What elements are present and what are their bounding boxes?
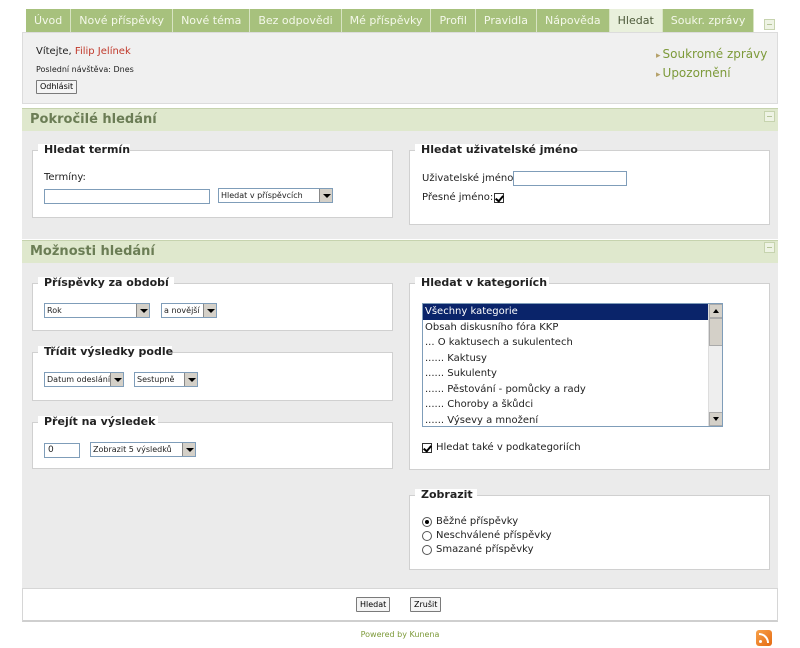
categories-legend: Hledat v kategoriích	[421, 276, 548, 289]
private-messages-link[interactable]: Soukromé zprávy	[656, 46, 768, 65]
collapse-options-icon[interactable]	[764, 242, 775, 253]
search-scope-select[interactable]: Hledat v příspěvcích	[218, 188, 333, 203]
tab-profile[interactable]: Profil	[431, 9, 476, 32]
tab-search[interactable]: Hledat	[609, 9, 663, 32]
jump-fieldset	[32, 422, 393, 469]
greeting-text: Vítejte,	[36, 46, 72, 57]
search-username-fieldset	[409, 150, 770, 225]
tab-no-reply[interactable]: Bez odpovědi	[250, 9, 342, 32]
category-option[interactable]: Obsah diskusního fóra KKP	[423, 320, 722, 336]
period-direction-value: a novější	[164, 306, 200, 315]
search-scope-value: Hledat v příspěvcích	[221, 191, 303, 200]
tab-rules[interactable]: Pravidla	[475, 9, 537, 32]
advanced-search-header: Pokročilé hledání	[22, 108, 778, 131]
terms-input[interactable]	[44, 189, 210, 204]
rss-icon[interactable]	[756, 630, 772, 646]
tab-new-topic[interactable]: Nové téma	[173, 9, 251, 32]
last-visit: Poslední návštěva: Dnes	[36, 65, 134, 74]
categories-listbox[interactable]: Všechny kategorie Obsah diskusního fóra …	[422, 303, 723, 427]
show-deleted-radio[interactable]	[422, 545, 432, 555]
results-limit-value: Zobrazit 5 výsledků	[93, 445, 172, 454]
period-select[interactable]: Rok	[44, 303, 150, 318]
sort-legend: Třídit výsledky podle	[44, 345, 174, 358]
show-normal-label: Běžné příspěvky	[436, 516, 519, 527]
search-username-legend: Hledat uživatelské jméno	[421, 143, 578, 156]
dropdown-arrow-icon	[182, 443, 195, 456]
sort-order-select[interactable]: Sestupně	[134, 372, 198, 387]
terms-label: Termíny:	[44, 172, 86, 183]
tab-my-posts[interactable]: Mé příspěvky	[341, 9, 432, 32]
username-label: Uživatelské jméno:	[422, 173, 517, 184]
collapse-toggle-icon[interactable]	[764, 19, 775, 30]
show-unapproved-radio[interactable]	[422, 531, 432, 541]
show-unapproved-label: Neschválené příspěvky	[436, 530, 552, 541]
category-option[interactable]: Všechny kategorie	[423, 304, 722, 320]
category-option[interactable]: ...... Kaktusy	[423, 351, 722, 367]
jump-legend: Přejít na výsledek	[44, 415, 156, 428]
search-button[interactable]: Hledat	[356, 597, 391, 612]
exact-name-label: Přesné jméno:	[422, 192, 494, 203]
main-menu-tabs: Úvod Nové příspěvky Nové téma Bez odpově…	[26, 9, 755, 32]
username-input[interactable]	[513, 171, 627, 186]
show-normal-radio[interactable]	[422, 517, 432, 527]
dropdown-arrow-icon	[319, 189, 332, 202]
cancel-button[interactable]: Zrušit	[410, 597, 442, 612]
collapse-advanced-icon[interactable]	[764, 111, 775, 122]
subcategories-checkbox[interactable]	[422, 443, 432, 453]
dropdown-arrow-icon	[110, 373, 123, 386]
category-option[interactable]: ...... Choroby a škůdci	[423, 397, 722, 413]
period-direction-select[interactable]: a novější	[161, 303, 217, 318]
tab-home[interactable]: Úvod	[26, 9, 72, 32]
powered-by[interactable]: Powered by Kunena	[0, 630, 800, 639]
show-deleted-label: Smazané příspěvky	[436, 544, 534, 555]
form-actions-bar	[22, 588, 778, 622]
show-legend: Zobrazit	[421, 488, 473, 501]
jump-start-input[interactable]: 0	[44, 443, 80, 458]
sort-order-value: Sestupně	[137, 375, 175, 384]
categories-scrollbar[interactable]	[708, 304, 722, 426]
scroll-down-icon[interactable]	[709, 412, 722, 426]
tab-private-messages[interactable]: Soukr. zprávy	[662, 9, 755, 32]
sort-field-value: Datum odeslání	[47, 375, 111, 384]
scroll-up-icon[interactable]	[709, 304, 722, 318]
logout-button[interactable]: Odhlásit	[36, 80, 78, 94]
tab-new-posts[interactable]: Nové příspěvky	[71, 9, 174, 32]
notifications-link[interactable]: Upozornění	[656, 65, 767, 84]
period-value: Rok	[47, 306, 62, 315]
sort-field-select[interactable]: Datum odeslání	[44, 372, 124, 387]
welcome-greeting: Vítejte, Filip Jelínek	[36, 46, 131, 57]
search-options-header: Možnosti hledání	[22, 240, 778, 263]
user-links: Soukromé zprávy Upozornění	[656, 46, 768, 84]
advanced-search-title: Pokročilé hledání	[30, 112, 157, 127]
category-option[interactable]: ...... Výsevy a množení	[423, 413, 722, 427]
dropdown-arrow-icon	[136, 304, 149, 317]
period-legend: Příspěvky za období	[44, 276, 169, 289]
dropdown-arrow-icon	[184, 373, 197, 386]
tab-help[interactable]: Nápověda	[536, 9, 610, 32]
search-options-title: Možnosti hledání	[30, 244, 155, 259]
category-option[interactable]: ...... Pěstování - pomůcky a rady	[423, 382, 722, 398]
category-option[interactable]: ...... Sukulenty	[423, 366, 722, 382]
category-option[interactable]: ... O kaktusech a sukulentech	[423, 335, 722, 351]
exact-name-checkbox[interactable]	[494, 193, 504, 203]
results-limit-select[interactable]: Zobrazit 5 výsledků	[90, 442, 196, 457]
dropdown-arrow-icon	[203, 304, 216, 317]
subcategories-label: Hledat také v podkategoriích	[436, 442, 581, 453]
scroll-thumb[interactable]	[709, 318, 722, 346]
search-term-fieldset	[32, 150, 393, 218]
search-term-legend: Hledat termín	[44, 143, 131, 156]
username-link[interactable]: Filip Jelínek	[75, 46, 131, 57]
